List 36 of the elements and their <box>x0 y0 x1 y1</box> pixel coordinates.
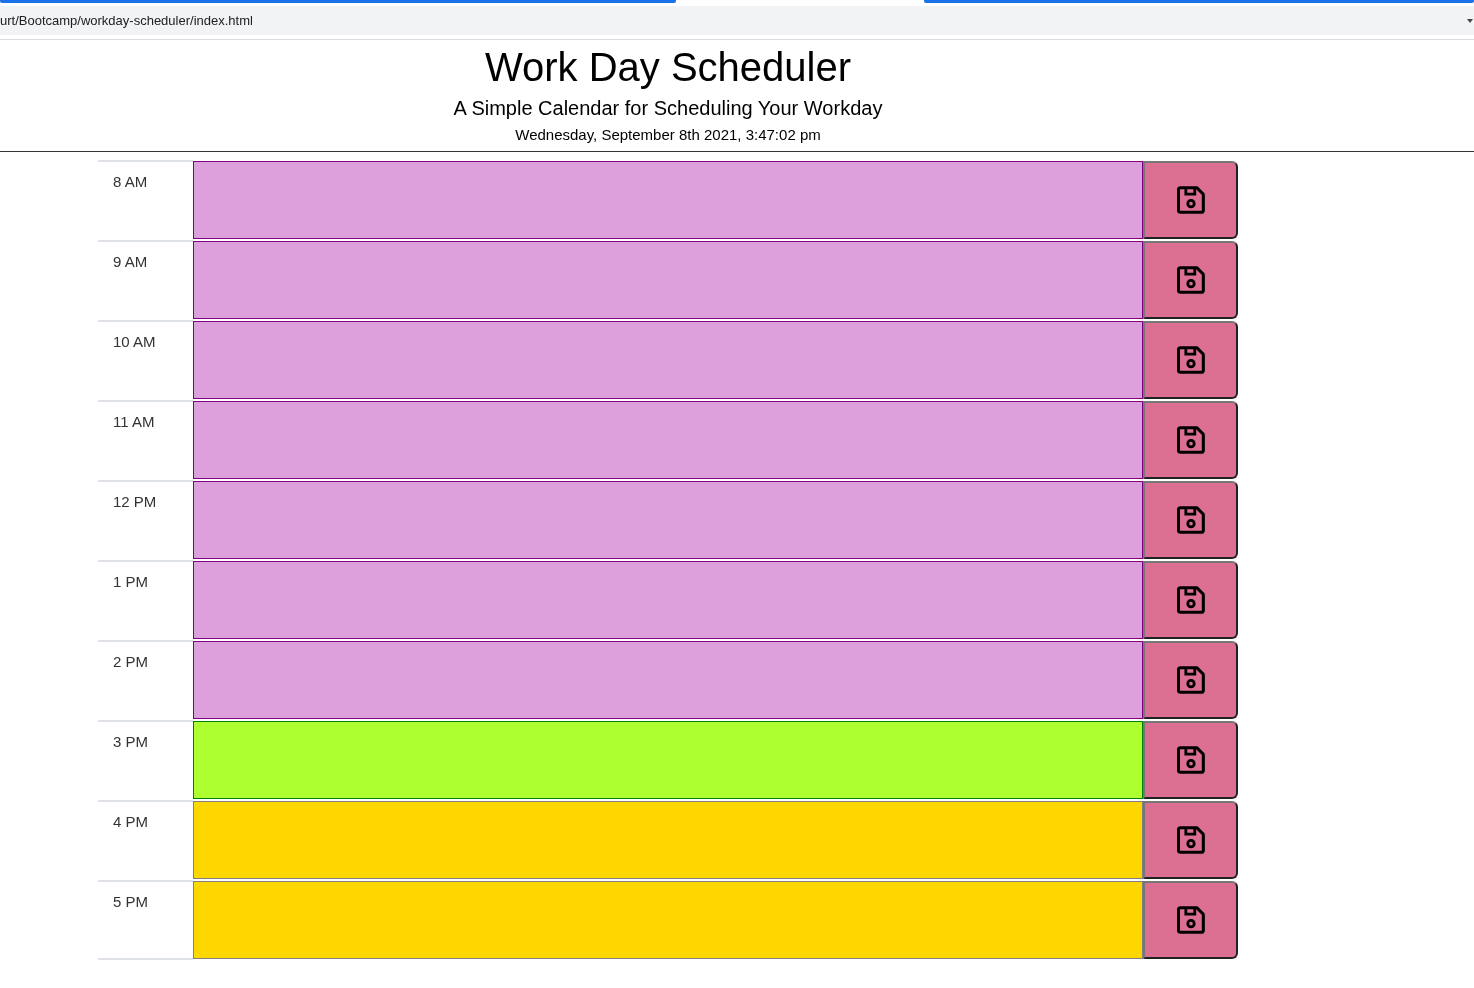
event-input-field[interactable] <box>193 161 1143 239</box>
save-button[interactable] <box>1143 801 1238 879</box>
save-icon <box>1176 826 1205 854</box>
event-input-field[interactable] <box>193 801 1143 879</box>
save-button[interactable] <box>1143 641 1238 719</box>
caret-icon[interactable] <box>1467 18 1473 23</box>
save-icon <box>1176 426 1205 454</box>
event-input-field[interactable] <box>193 881 1143 959</box>
page-subtitle: A Simple Calendar for Scheduling Your Workday <box>453 96 883 121</box>
save-button[interactable] <box>1143 241 1238 319</box>
save-button[interactable] <box>1143 721 1238 799</box>
event-input-field[interactable] <box>193 721 1143 799</box>
event-input-field[interactable] <box>193 401 1143 479</box>
save-icon <box>1176 586 1205 614</box>
save-button[interactable] <box>1143 881 1238 959</box>
save-icon <box>1176 346 1205 374</box>
save-button[interactable] <box>1143 401 1238 479</box>
event-input-field[interactable] <box>193 241 1143 319</box>
save-icon <box>1176 666 1205 694</box>
page-title: Work Day Scheduler <box>484 44 852 91</box>
event-input-field[interactable] <box>193 641 1143 719</box>
event-input-field[interactable] <box>193 561 1143 639</box>
save-button[interactable] <box>1143 561 1238 639</box>
save-icon <box>1176 906 1205 934</box>
current-date: Wednesday, September 8th 2021, 3:47:02 pm <box>515 125 821 145</box>
save-icon <box>1176 266 1205 294</box>
save-button[interactable] <box>1143 161 1238 239</box>
save-button[interactable] <box>1143 481 1238 559</box>
save-icon <box>1176 186 1205 214</box>
event-input-field[interactable] <box>193 481 1143 559</box>
event-input-field[interactable] <box>193 321 1143 399</box>
save-icon <box>1176 746 1205 774</box>
url-text: urt/Bootcamp/workday-scheduler/index.html <box>0 13 253 28</box>
save-button[interactable] <box>1143 321 1238 399</box>
save-icon <box>1176 506 1205 534</box>
address-bar[interactable]: urt/Bootcamp/workday-scheduler/index.html <box>0 6 1474 35</box>
